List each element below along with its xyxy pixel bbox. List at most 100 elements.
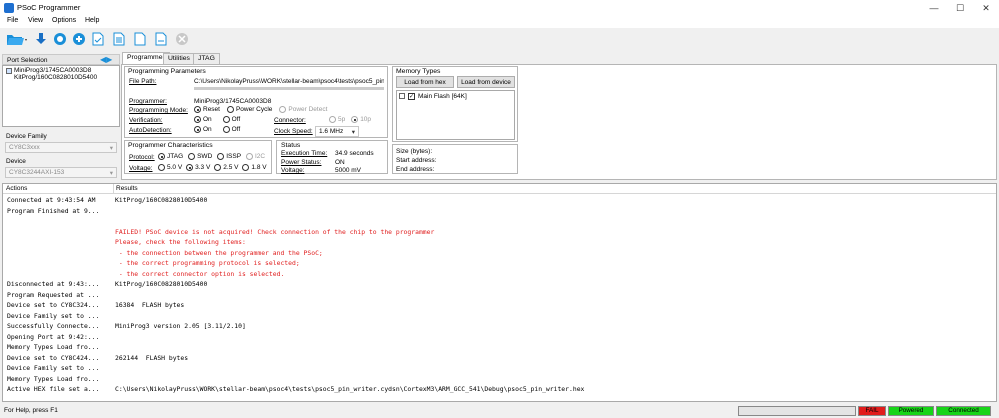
mode-reset-radio[interactable] (194, 106, 201, 113)
verification-on-radio[interactable] (194, 116, 201, 123)
table-row[interactable]: - the correct programming protocol is se… (3, 259, 993, 269)
table-row[interactable] (3, 217, 993, 227)
table-row[interactable]: Connected at 9:43:54 AM KitProg/160C08280… (3, 196, 993, 206)
tab-jtag[interactable]: JTAG (193, 53, 220, 64)
blank-file-icon[interactable] (153, 31, 169, 47)
protocol-i2c-label: I2C (254, 153, 266, 160)
program-icon[interactable] (52, 31, 68, 47)
minimize-button[interactable]: — (921, 0, 947, 16)
voltage-2v5-radio[interactable] (214, 164, 222, 171)
mode-power-detect-radio[interactable] (279, 106, 287, 113)
powered-indicator: Powered (888, 406, 934, 416)
result-cell: 16384 FLASH bytes (115, 301, 185, 309)
result-cell: KitProg/160C0828010D5400 (115, 196, 208, 204)
result-cell: - the correct programming protocol is se… (115, 259, 300, 267)
port-item-miniprog[interactable]: MiniProg3/1745CA0003D8 (14, 67, 91, 74)
action-cell: Successfully Connecte... (7, 322, 100, 330)
action-cell: Device set to CY8C324... (7, 301, 100, 309)
menu-options[interactable]: Options (52, 17, 76, 24)
load-from-hex-button[interactable]: Load from hex (396, 76, 454, 88)
autodetection-on-radio[interactable] (194, 126, 201, 133)
table-row[interactable]: Device Family set to ... (3, 364, 993, 374)
actions-header[interactable]: Actions (6, 185, 27, 192)
table-row[interactable]: Memory Types Load fro... (3, 375, 993, 385)
connector-10p-radio[interactable] (351, 116, 359, 123)
verification-options: On Off (194, 116, 240, 123)
end-address-label: End address: (396, 166, 435, 173)
protocol-options: JTAG SWD ISSP I2C (158, 153, 265, 160)
protocol-i2c-radio[interactable] (245, 153, 253, 160)
download-icon[interactable] (33, 31, 49, 47)
main-flash-checkbox[interactable]: ✓ (408, 93, 415, 100)
collapse-arrows-icon[interactable]: ◀▶ (100, 55, 116, 64)
table-row[interactable]: Memory Types Load fro... (3, 343, 993, 353)
connector-5p-radio[interactable] (329, 116, 336, 123)
table-row[interactable]: Successfully Connecte... MiniProg3 versio… (3, 322, 993, 332)
voltage-5v-radio[interactable] (158, 164, 165, 171)
clock-speed-select[interactable]: 1.6 MHz ▾ (315, 126, 359, 137)
column-divider[interactable] (113, 184, 114, 194)
action-cell: Memory Types Load fro... (7, 343, 100, 351)
exec-time-value: 34.9 seconds (335, 150, 374, 157)
protocol-issp-label: ISSP (226, 153, 242, 160)
stop-icon[interactable] (174, 31, 190, 47)
table-row[interactable]: Please, check the following items: (3, 238, 993, 248)
protocol-jtag-radio[interactable] (158, 153, 165, 160)
verification-off-radio[interactable] (222, 116, 230, 123)
table-row[interactable]: Device set to CY8C424... 262144 FLASH byt… (3, 354, 993, 364)
table-row[interactable]: Program Finished at 9... (3, 207, 993, 217)
menu-file[interactable]: File (7, 17, 18, 24)
device-select[interactable]: CY8C3244AXI-153 ▾ (5, 167, 117, 178)
verify-file-icon[interactable] (90, 31, 106, 47)
checksum-file-icon[interactable] (111, 31, 127, 47)
table-row[interactable]: - the connection between the programmer … (3, 249, 993, 259)
connector-10p-label: 10p (360, 116, 372, 123)
protocol-swd-radio[interactable] (188, 153, 196, 160)
programming-parameters-title: Programming Parameters (128, 68, 206, 75)
window-title: PSoC Programmer (17, 3, 81, 12)
expand-icon[interactable] (399, 93, 405, 99)
read-file-icon[interactable] (132, 31, 148, 47)
table-row[interactable]: Disconnected at 9:43:... KitProg/160C0828… (3, 280, 993, 290)
table-row[interactable]: Program Requested at ... (3, 291, 993, 301)
mode-power-cycle-radio[interactable] (226, 106, 234, 113)
voltage-2v5-label: 2.5 V (223, 164, 239, 171)
results-header[interactable]: Results (116, 185, 138, 192)
result-cell: C:\Users\NikolayPruss\WORK\stellar-beam\… (115, 385, 585, 393)
menu-view[interactable]: View (28, 17, 43, 24)
file-path-value[interactable]: C:\Users\NikolayPruss\WORK\stellar-beam\… (194, 78, 384, 85)
programming-mode-label: Programming Mode: (129, 107, 188, 114)
maximize-button[interactable]: ☐ (947, 0, 973, 16)
tab-utilities[interactable]: Utilities (163, 53, 195, 64)
close-button[interactable]: ✕ (973, 0, 999, 16)
port-list: MiniProg3/1745CA0003D8 KitProg/160C08280… (2, 65, 120, 127)
port-item-kitprog[interactable]: KitProg/160C0828010D5400 (14, 74, 97, 81)
erase-icon[interactable] (71, 31, 87, 47)
open-folder-icon[interactable] (6, 31, 28, 47)
voltage-3v3-label: 3.3 V (195, 164, 211, 171)
result-cell: - the connection between the programmer … (115, 248, 323, 257)
voltage-1v8-radio[interactable] (242, 164, 250, 171)
table-row[interactable]: FAILED! PSoC device is not acquired! Che… (3, 228, 993, 238)
menu-help[interactable]: Help (85, 17, 99, 24)
main-flash-label: Main Flash [64K] (418, 93, 467, 100)
action-cell: Device set to CY8C424... (7, 353, 100, 362)
table-row[interactable]: Active HEX file set a... C:\Users\Nikolay… (3, 385, 993, 395)
action-cell: Device Family set to ... (7, 364, 100, 372)
table-row[interactable]: Device Family set to ... (3, 312, 993, 322)
autodetection-options: On Off (194, 126, 240, 133)
autodetection-off-radio[interactable] (222, 126, 230, 133)
result-cell: MiniProg3 version 2.05 [3.11/2.10] (115, 322, 246, 330)
voltage-1v8-label: 1.8 V (251, 164, 267, 171)
table-row[interactable]: Opening Port at 9:42:... (3, 333, 993, 343)
table-row[interactable]: - the correct connector option is select… (3, 270, 993, 280)
mode-power-cycle-label: Power Cycle (235, 106, 273, 113)
table-row[interactable]: Device set to CY8C324... 16384 FLASH byte… (3, 301, 993, 311)
device-family-label: Device Family (6, 133, 47, 140)
voltage-3v3-radio[interactable] (186, 164, 194, 171)
file-path-scrollbar[interactable] (194, 87, 384, 90)
protocol-issp-radio[interactable] (217, 153, 225, 160)
device-label: Device (6, 158, 26, 165)
device-family-select[interactable]: CY8C3xxx ▾ (5, 142, 117, 153)
load-from-device-button[interactable]: Load from device (457, 76, 515, 88)
